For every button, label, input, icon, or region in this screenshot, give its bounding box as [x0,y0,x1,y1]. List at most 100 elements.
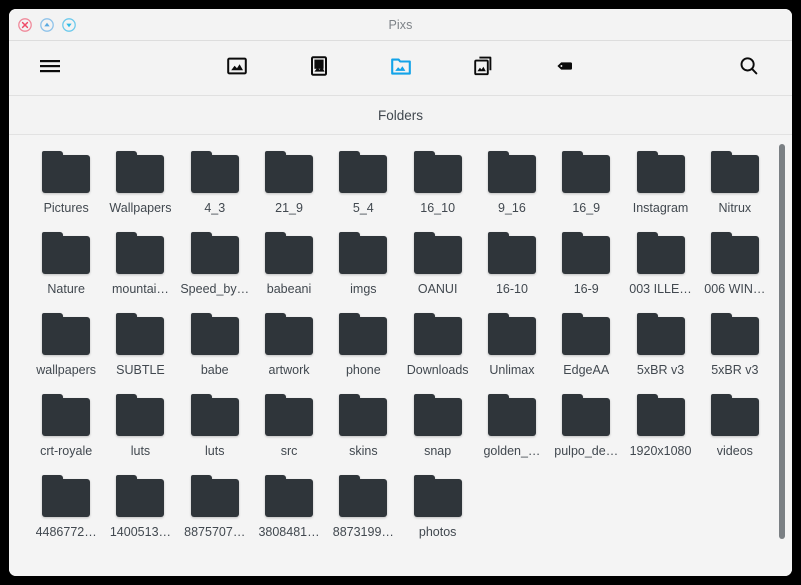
folder-item[interactable]: artwork [252,313,326,378]
folder-item[interactable]: babe [178,313,252,378]
view-tab-folders[interactable] [384,51,418,85]
folder-item[interactable]: OANUI [401,232,475,297]
minimize-button[interactable] [62,17,76,32]
folder-item[interactable]: 16_9 [549,151,623,216]
folder-icon [339,475,388,517]
folder-icon [413,232,462,274]
folder-label: snap [424,444,452,458]
folder-item[interactable]: skins [326,394,400,459]
section-title: Folders [377,107,423,123]
vertical-scrollbar[interactable] [778,135,786,576]
hamburger-menu-button[interactable] [33,51,67,85]
folder-icon [42,394,91,436]
folder-label: 21_9 [275,201,303,215]
folder-icon [487,232,536,274]
folder-item[interactable]: phone [326,313,400,378]
folder-item[interactable]: mountai… [103,232,177,297]
folder-label: SUBTLE [116,363,165,377]
folder-icon [413,475,462,517]
folder-item[interactable]: crt-royale [29,394,103,459]
folder-item[interactable]: 5xBR v3 [623,313,697,378]
folder-label: luts [205,444,225,458]
folder-icon [487,151,536,193]
folder-label: mountai… [111,282,169,296]
folder-item[interactable]: EdgeAA [549,313,623,378]
folder-item[interactable]: 1920x1080 [623,394,697,459]
folder-item[interactable]: 5xBR v3 [698,313,772,378]
folder-item[interactable]: 9_16 [475,151,549,216]
folder-label: 16-10 [495,282,528,296]
folder-item[interactable]: SUBTLE [103,313,177,378]
view-tab-tags[interactable] [548,51,582,85]
folder-item[interactable]: Pictures [29,151,103,216]
folder-item[interactable]: 16-10 [475,232,549,297]
folder-item[interactable]: Downloads [401,313,475,378]
folder-item[interactable]: Instagram [623,151,697,216]
folder-item[interactable]: 1400513… [103,475,177,540]
folder-item[interactable]: 8875707… [178,475,252,540]
scrollbar-thumb[interactable] [779,144,785,539]
folder-item[interactable]: wallpapers [29,313,103,378]
folder-label: Instagram [632,201,689,215]
folder-label: videos [716,444,753,458]
folder-icon [710,394,759,436]
view-tab-albums[interactable] [466,51,500,85]
folder-item[interactable]: videos [698,394,772,459]
folder-icon [562,313,611,355]
folder-item[interactable]: 16-9 [549,232,623,297]
folder-item[interactable]: 5_4 [326,151,400,216]
folder-label: 16_9 [572,201,601,215]
folder-label: 1920x1080 [629,444,692,458]
folder-item[interactable]: babeani [252,232,326,297]
folder-icon [116,394,165,436]
folder-label: src [280,444,298,458]
folder-item[interactable]: Wallpapers [103,151,177,216]
folder-item[interactable]: Nature [29,232,103,297]
maximize-button[interactable] [40,17,54,32]
folder-label: wallpapers [36,363,97,377]
view-tab-pictures[interactable] [302,51,336,85]
toolbar [9,41,792,96]
folder-item[interactable]: Unlimax [475,313,549,378]
folder-item[interactable]: 003 ILLE… [623,232,697,297]
folder-icon [190,313,239,355]
folder-icon [42,313,91,355]
folder-item[interactable]: 3808481… [252,475,326,540]
folder-label: 4_3 [204,201,226,215]
folder-label: luts [130,444,151,458]
folder-label: 5xBR v3 [711,363,759,377]
titlebar: Pixs [9,9,792,41]
folder-label: 3808481… [258,525,320,539]
folder-item[interactable]: imgs [326,232,400,297]
folder-icon [265,475,314,517]
folder-icon [636,232,685,274]
folder-label: Nature [47,282,85,296]
view-switcher [9,51,792,85]
folder-label: 1400513… [109,525,172,539]
folder-item[interactable]: 4486772… [29,475,103,540]
folder-label: 006 WIN… [704,282,766,296]
folder-icon [636,313,685,355]
folder-item[interactable]: luts [103,394,177,459]
folder-item[interactable]: photos [401,475,475,540]
close-button[interactable] [18,17,32,32]
folder-item[interactable]: snap [401,394,475,459]
folder-item[interactable]: src [252,394,326,459]
view-tab-gallery[interactable] [220,51,254,85]
folder-item[interactable]: 8873199… [326,475,400,540]
folder-icon [265,394,314,436]
folder-item[interactable]: luts [178,394,252,459]
folder-item[interactable]: golden_… [475,394,549,459]
folder-icon [710,232,759,274]
search-button[interactable] [732,51,766,85]
folder-item[interactable]: 16_10 [401,151,475,216]
picture-frame-icon [307,54,331,83]
folder-item[interactable]: 21_9 [252,151,326,216]
folder-item[interactable]: 4_3 [178,151,252,216]
folder-label: Unlimax [489,363,535,377]
folder-item[interactable]: Nitrux [698,151,772,216]
folder-item[interactable]: pulpo_de… [549,394,623,459]
folder-item[interactable]: Speed_by… [178,232,252,297]
folder-icon [42,232,91,274]
folder-item[interactable]: 006 WIN… [698,232,772,297]
